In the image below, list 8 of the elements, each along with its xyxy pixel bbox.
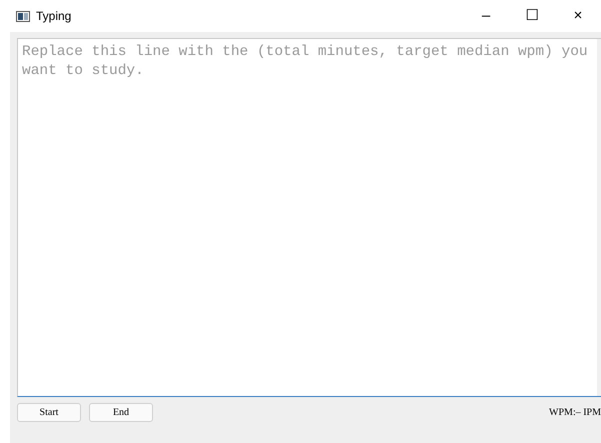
app-icon — [16, 10, 30, 22]
end-button[interactable]: End — [89, 403, 153, 422]
close-button[interactable]: × — [555, 0, 601, 32]
maximize-button[interactable]: ☐ — [509, 0, 555, 32]
minimize-button[interactable]: – — [463, 0, 509, 32]
status-text: WPM:– IPM — [549, 406, 601, 420]
window-title: Typing — [36, 8, 72, 25]
start-button[interactable]: Start — [17, 403, 81, 422]
